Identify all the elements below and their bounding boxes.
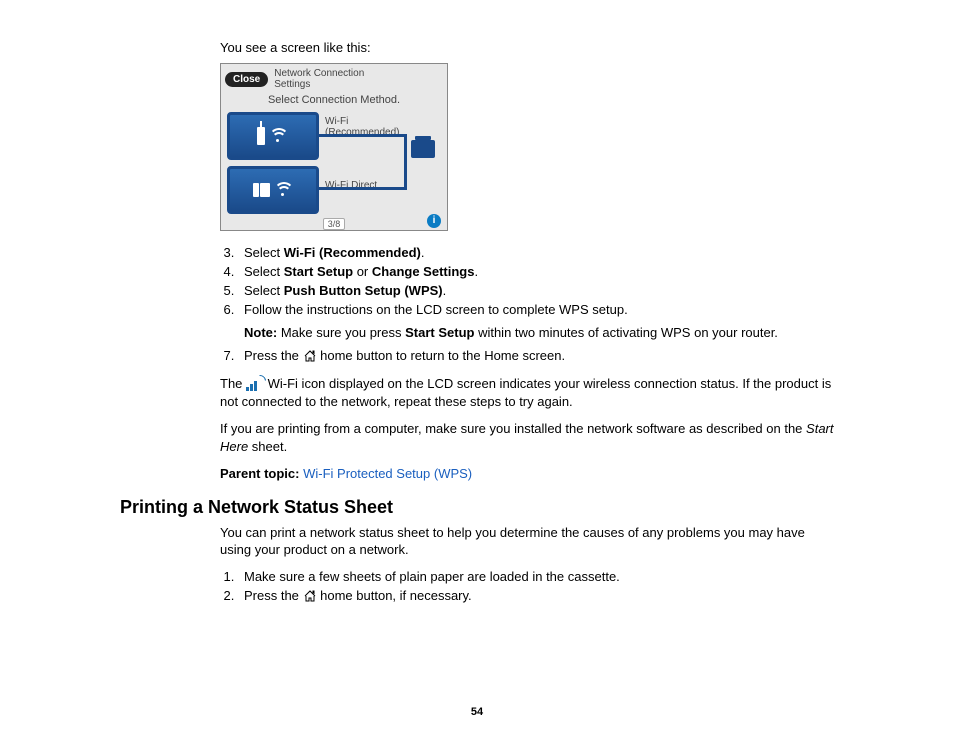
wifi-recommended-tile[interactable] (227, 112, 319, 160)
step-5: Select Push Button Setup (WPS). (238, 283, 834, 298)
connector-line (404, 134, 407, 190)
printer-icon (411, 140, 435, 158)
steps-list-a: Select Wi-Fi (Recommended). Select Start… (220, 245, 834, 365)
step-3: Select Wi-Fi (Recommended). (238, 245, 834, 260)
connector-line (319, 134, 407, 137)
page-indicator: 3/8 (323, 218, 346, 230)
step-7: Press the home button to return to the H… (238, 348, 834, 365)
home-icon (303, 350, 317, 365)
wifi-status-paragraph: The Wi-Fi icon displayed on the LCD scre… (220, 375, 834, 410)
screenshot-title-line2: Settings (274, 79, 310, 90)
screenshot-title-line1: Network Connection (274, 68, 364, 79)
screenshot-title: Network Connection Settings (274, 68, 364, 90)
lcd-screenshot: Close Network Connection Settings Select… (220, 63, 448, 231)
page-number: 54 (0, 706, 954, 718)
note: Note: Make sure you press Start Setup wi… (244, 325, 834, 340)
parent-topic: Parent topic: Wi-Fi Protected Setup (WPS… (220, 465, 834, 483)
info-icon[interactable]: i (427, 214, 441, 228)
router-icon (257, 127, 265, 145)
step-b1: Make sure a few sheets of plain paper ar… (238, 569, 834, 584)
wifi-icon (274, 182, 294, 198)
screenshot-subtitle: Select Connection Method. (221, 92, 447, 110)
wifi-direct-tile[interactable] (227, 166, 319, 214)
close-button[interactable]: Close (225, 72, 268, 87)
wifi-status-icon (246, 377, 264, 391)
home-icon (303, 590, 317, 605)
section-intro: You can print a network status sheet to … (220, 524, 834, 559)
wifi-icon (269, 128, 289, 144)
connector-line (319, 187, 407, 190)
devices-icon (253, 183, 270, 197)
section-heading: Printing a Network Status Sheet (120, 497, 834, 518)
install-software-paragraph: If you are printing from a computer, mak… (220, 420, 834, 455)
parent-topic-link[interactable]: Wi-Fi Protected Setup (WPS) (303, 466, 472, 481)
step-6: Follow the instructions on the LCD scree… (238, 302, 834, 340)
intro-text: You see a screen like this: (220, 40, 834, 55)
step-b2: Press the home button, if necessary. (238, 588, 834, 605)
steps-list-b: Make sure a few sheets of plain paper ar… (220, 569, 834, 605)
step-4: Select Start Setup or Change Settings. (238, 264, 834, 279)
